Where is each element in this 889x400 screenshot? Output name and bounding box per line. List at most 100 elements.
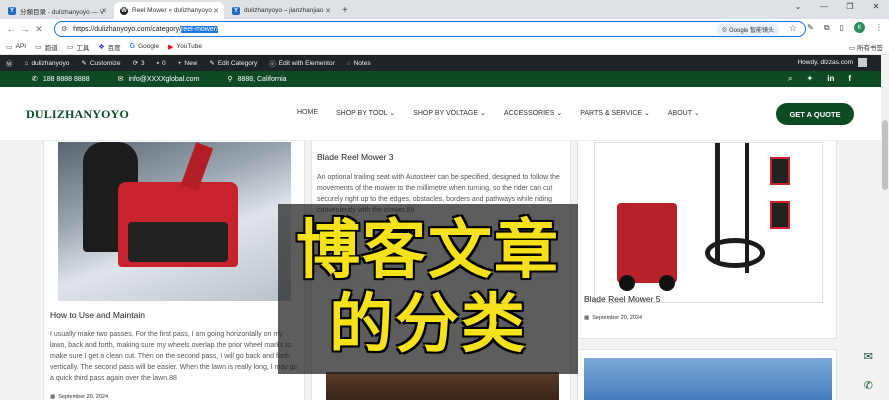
wp-notes[interactable]: ◌ Notes [347,60,371,67]
nav-home[interactable]: HOME [297,109,318,117]
wp-elementor-label: Edit with Elementor [278,59,335,67]
post-date-text: September 20, 2024 [592,315,643,321]
new-tab-button[interactable]: + [342,5,348,16]
post-card[interactable]: How to Use and Maintain I usually make t… [43,141,305,400]
twitter-icon[interactable]: ✦ [807,74,814,84]
nav-accessories[interactable]: ACCESSORIES ⌄ [504,109,562,117]
linkedin-icon[interactable]: in [827,74,834,84]
browser-toolbar: ← → ✕ ⚙ https://dulizhanyoyo.com/categor… [0,19,889,39]
avatar[interactable] [858,58,867,67]
wp-new-label: New [184,59,198,67]
close-window-icon[interactable]: ✕ [863,2,889,11]
post-title[interactable]: Blade Reel Mower 3 [317,152,394,162]
nav-shop-by-tool[interactable]: SHOP BY TOOL ⌄ [336,109,395,117]
scrollbar-thumb[interactable] [882,120,888,190]
browser-tab-1[interactable]: Y 分類目录 - dulizhanyoyo — V ✕ [2,2,112,19]
address-bar[interactable]: ⚙ https://dulizhanyoyo.com/category/reel… [54,21,806,37]
site-logo[interactable]: DULIZHANYOYO [26,107,129,122]
wp-site-label: dulizhanyoyo [31,59,70,67]
whatsapp-float-icon[interactable]: ✆ [864,379,873,392]
sidepanel-icon[interactable]: ▯ [840,23,844,32]
menu-icon[interactable]: ⋮ [875,23,883,32]
get-a-quote-button[interactable]: GET A QUOTE [776,103,854,125]
baidu-icon: ❖ [98,43,105,51]
browser-tab-2[interactable]: W Reel Mower « dulizhanyoyo ✕ [114,2,224,19]
wp-logo-icon[interactable]: Ⓦ [6,58,13,68]
site-header: DULIZHANYOYO HOME SHOP BY TOOL ⌄ SHOP BY… [0,87,881,141]
address-text: 8888, California [237,75,287,83]
tab-label: Reel Mower « dulizhanyoyo [132,7,212,14]
wp-admin-bar: Ⓦ ⌂ dulizhanyoyo ✎ Customize ⟳ 3 ▪ 0 + New ✎ E… [0,55,881,71]
overlay-title-line1: 博客文章 [296,214,560,288]
post-thumbnail-snowblower[interactable] [58,142,291,301]
wp-updates[interactable]: ⟳ 3 [133,59,145,68]
google-lens-chip[interactable]: ◎ Google 智能镜头 [716,23,779,35]
bookmark-api[interactable]: ▭ API [6,43,26,51]
wp-edit-category[interactable]: ✎ Edit Category [209,59,257,68]
browser-tab-3[interactable]: Y dulizhanyoyo – jianzhanjiao ✕ [226,2,336,19]
nav-parts-service[interactable]: PARTS & SERVICE ⌄ [580,109,650,117]
close-icon[interactable]: ✕ [325,7,331,15]
wp-comments[interactable]: ▪ 0 [157,60,166,67]
post-date: ▦ September 20, 2024 [50,394,108,400]
close-icon[interactable]: ✕ [101,7,107,15]
window-controls: ⌄ — ❐ ✕ [785,2,889,11]
restore-icon[interactable]: ❐ [837,2,863,11]
close-icon[interactable]: ✕ [213,7,219,15]
washer-shape [617,203,677,291]
profile-avatar[interactable]: K [854,22,865,33]
post-title[interactable]: How to Use and Maintain [50,310,145,320]
chute-shape [180,142,214,191]
all-bookmarks[interactable]: ▭ 所有书签 [849,42,883,52]
forward-icon[interactable]: → [18,24,32,34]
topbar-email[interactable]: ✉ info@XXXXglobal.com [118,75,200,84]
email-float-icon[interactable]: ✉ [864,350,873,363]
bookmark-youtube[interactable]: ▶ YouTube [168,43,202,51]
bookmark-label: Google [138,43,160,50]
nav-about[interactable]: ABOUT ⌄ [668,109,700,117]
post-thumbnail-sky[interactable] [584,358,832,400]
reload-icon[interactable]: ✕ [32,24,46,35]
phone-text: 188 8888 8888 [42,75,90,83]
url-selection: reel-mower/ [181,25,219,33]
bookmark-label: 百度 [107,44,121,52]
wp-new[interactable]: + New [178,60,198,67]
topbar-phone[interactable]: ✆ 188 8888 8888 [32,75,90,84]
extensions-icon[interactable]: ⧉ [824,23,830,33]
post-date-text: September 20, 2024 [58,394,109,400]
bookmark-paodao[interactable]: ▭ 跑道 [35,42,58,52]
post-thumbnail-generator[interactable] [326,372,559,400]
search-icon[interactable]: ⌕ [788,74,792,84]
email-text: info@XXXXglobal.com [128,75,200,83]
pen-icon[interactable]: ✎ [807,23,814,32]
post-title[interactable]: Blade Reel Mower 5 [584,294,661,304]
elementor-icon: ⓔ [269,61,276,68]
wp-site-name[interactable]: ⌂ dulizhanyoyo [25,60,70,67]
wp-elementor[interactable]: ⓔ Edit with Elementor [269,58,335,69]
bookmark-google[interactable]: G Google [130,43,159,50]
post-card[interactable]: Blade Reel Mower 5 ▦ September 20, 2024 [577,141,837,339]
wp-updates-count: 3 [141,59,145,67]
wp-customize[interactable]: ✎ Customize [81,59,121,68]
facebook-icon[interactable]: f [848,74,851,84]
back-icon[interactable]: ← [4,24,18,34]
site-topbar: ✆ 188 8888 8888 ✉ info@XXXXglobal.com ⚲ 888… [0,71,881,87]
post-thumbnail-pressure-washer[interactable] [594,142,823,303]
bookmark-star-icon[interactable]: ☆ [789,23,797,34]
wheel-shape [619,275,635,291]
minimize-icon[interactable]: — [811,2,837,11]
post-date: ▦ September 20, 2024 [584,315,642,321]
calendar-icon: ▦ [50,394,56,400]
wp-customize-label: Customize [89,59,121,67]
site-info-icon[interactable]: ⚙ [61,25,67,33]
tab-search-icon[interactable]: ⌄ [785,2,811,11]
nav-shop-by-voltage[interactable]: SHOP BY VOLTAGE ⌄ [413,109,486,117]
bookmark-baidu[interactable]: ❖ 百度 [98,42,120,52]
page-scrollbar[interactable] [881,55,889,400]
toolbar-actions: ✎ ⧉ ▯ K ⋮ [807,22,883,33]
bookmark-tools[interactable]: ▭ 工具 [67,42,90,52]
lens-label: Google 智能镜头 [728,27,774,34]
post-card[interactable] [577,349,837,400]
folder-icon: ▭ [35,43,42,51]
wp-howdy[interactable]: Howdy, dlzzas.com [797,59,853,66]
